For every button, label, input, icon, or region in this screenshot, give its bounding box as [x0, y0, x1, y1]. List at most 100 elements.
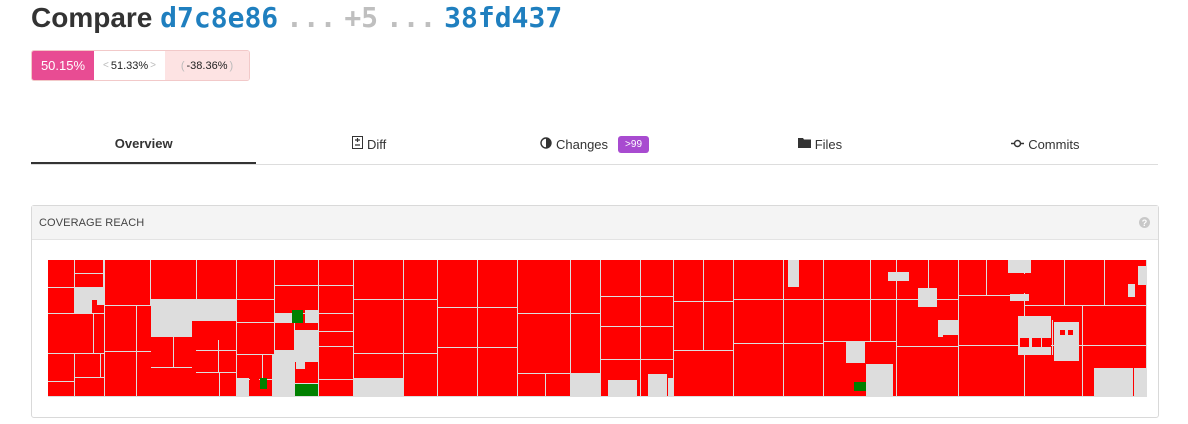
treemap-file-cell-59[interactable] [404, 354, 437, 396]
treemap-subfile-cell-26[interactable] [1008, 260, 1031, 273]
treemap-file-cell-52[interactable] [319, 347, 353, 379]
treemap-file-cell-8[interactable] [94, 314, 104, 353]
treemap-file-cell-11[interactable] [101, 354, 104, 377]
treemap-subfile-cell-30[interactable] [1020, 338, 1029, 347]
treemap-file-cell-74[interactable] [641, 260, 673, 296]
treemap-file-cell-39[interactable] [273, 355, 297, 379]
treemap-file-cell-25[interactable] [151, 300, 196, 336]
treemap-file-cell-30[interactable] [219, 321, 236, 350]
treemap-subfile-cell-16[interactable] [668, 378, 673, 396]
treemap-subfile-cell-40[interactable] [1128, 284, 1135, 297]
treemap-subfile-cell-24[interactable] [938, 320, 959, 337]
treemap-file-cell-33[interactable] [192, 373, 219, 396]
treemap-subfile-cell-39[interactable] [1138, 266, 1146, 285]
treemap-subfile-cell-32[interactable] [1042, 338, 1051, 347]
treemap-subfile-cell-8[interactable] [305, 310, 318, 323]
treemap-subfile-cell-21[interactable] [888, 272, 909, 281]
treemap-file-cell-92[interactable] [824, 260, 870, 299]
treemap-file-cell-24[interactable] [237, 300, 274, 322]
treemap-subfile-cell-17[interactable] [788, 260, 799, 287]
treemap-file-cell-78[interactable] [641, 327, 673, 359]
treemap-subfile-cell-12[interactable] [354, 378, 403, 396]
treemap-file-cell-53[interactable] [319, 380, 353, 396]
treemap-file-cell-41[interactable] [273, 380, 297, 396]
treemap-file-cell-10[interactable] [75, 354, 100, 377]
treemap-subfile-cell-36[interactable] [1068, 330, 1073, 335]
treemap-file-cell-15[interactable] [151, 260, 196, 299]
treemap-file-cell-100[interactable] [897, 347, 958, 396]
treemap-file-cell-1[interactable] [75, 260, 103, 273]
treemap-file-cell-47[interactable] [295, 331, 318, 361]
treemap-subfile-cell-22[interactable] [918, 288, 937, 307]
treemap-subfile-cell-37[interactable] [1094, 368, 1133, 396]
treemap-file-cell-82[interactable] [704, 260, 733, 301]
treemap-file-cell-106[interactable] [1065, 260, 1104, 305]
treemap-subfile-cell-3[interactable] [97, 300, 104, 305]
treemap-subfile-cell-15[interactable] [648, 374, 667, 396]
treemap-file-cell-36[interactable] [275, 323, 294, 350]
treemap-file-cell-38[interactable] [263, 355, 272, 379]
treemap-file-cell-35[interactable] [237, 323, 274, 354]
treemap-file-cell-19[interactable] [137, 352, 151, 396]
treemap-file-cell-21[interactable] [197, 300, 236, 320]
treemap-file-cell-94[interactable] [824, 300, 870, 341]
treemap-file-cell-67[interactable] [571, 260, 600, 313]
treemap-file-cell-90[interactable] [734, 344, 783, 396]
tab-files[interactable]: Files [707, 124, 932, 164]
treemap-file-cell-76[interactable] [641, 297, 673, 326]
treemap-file-cell-89[interactable] [784, 300, 823, 343]
treemap-file-cell-71[interactable] [546, 374, 570, 396]
treemap-file-cell-73[interactable] [601, 260, 640, 296]
treemap-subfile-cell-34[interactable] [1054, 322, 1079, 361]
treemap-file-cell-91[interactable] [784, 344, 823, 396]
treemap-file-cell-57[interactable] [404, 300, 437, 353]
coverage-treemap[interactable] [48, 260, 1147, 397]
treemap-file-cell-77[interactable] [601, 327, 640, 359]
treemap-file-cell-63[interactable] [478, 308, 517, 347]
treemap-file-cell-31[interactable] [192, 351, 218, 372]
treemap-file-cell-51[interactable] [319, 332, 353, 346]
treemap-file-cell-32[interactable] [219, 351, 236, 372]
treemap-subfile-cell-4[interactable] [274, 314, 294, 322]
treemap-subfile-cell-33[interactable] [1052, 320, 1053, 355]
treemap-subfile-cell-29[interactable] [1018, 316, 1051, 355]
treemap-subfile-cell-11[interactable] [260, 378, 267, 389]
treemap-file-cell-70[interactable] [518, 374, 545, 396]
treemap-subfile-cell-13[interactable] [574, 378, 597, 396]
tab-diff[interactable]: Diff [256, 124, 481, 164]
treemap-subfile-cell-28[interactable] [1010, 294, 1029, 301]
treemap-file-cell-65[interactable] [478, 348, 517, 396]
treemap-file-cell-66[interactable] [518, 260, 570, 313]
treemap-subfile-cell-6[interactable] [306, 370, 318, 383]
treemap-file-cell-104[interactable] [959, 346, 1024, 396]
treemap-subfile-cell-18[interactable] [846, 342, 865, 363]
base-commit-link[interactable]: d7c8e86 [160, 1, 278, 34]
treemap-file-cell-86[interactable] [734, 260, 783, 299]
help-icon[interactable]: ? [1139, 217, 1150, 228]
treemap-file-cell-0[interactable] [48, 260, 74, 287]
treemap-file-cell-49[interactable] [295, 384, 318, 396]
treemap-subfile-cell-25[interactable] [943, 335, 958, 346]
commit-count[interactable]: +5 [344, 1, 378, 34]
treemap-subfile-cell-23[interactable] [918, 308, 933, 315]
tab-changes[interactable]: Changes >99 [482, 124, 707, 164]
treemap-subfile-cell-7[interactable] [292, 310, 303, 323]
treemap-file-cell-56[interactable] [354, 300, 403, 353]
treemap-file-cell-26[interactable] [151, 337, 173, 367]
treemap-file-cell-54[interactable] [354, 260, 403, 299]
treemap-file-cell-13[interactable] [75, 378, 104, 396]
treemap-file-cell-14[interactable] [105, 260, 150, 305]
treemap-file-cell-75[interactable] [601, 297, 640, 326]
treemap-subfile-cell-20[interactable] [866, 364, 893, 396]
treemap-file-cell-23[interactable] [237, 260, 274, 299]
treemap-file-cell-55[interactable] [404, 260, 437, 299]
treemap-file-cell-18[interactable] [105, 352, 136, 396]
treemap-subfile-cell-10[interactable] [250, 378, 259, 389]
treemap-file-cell-28[interactable] [151, 368, 196, 396]
treemap-file-cell-68[interactable] [518, 314, 570, 373]
treemap-subfile-cell-27[interactable] [1010, 274, 1027, 293]
treemap-subfile-cell-35[interactable] [1060, 330, 1065, 335]
treemap-file-cell-50[interactable] [319, 314, 353, 331]
treemap-file-cell-17[interactable] [137, 306, 151, 351]
treemap-file-cell-12[interactable] [48, 382, 74, 396]
